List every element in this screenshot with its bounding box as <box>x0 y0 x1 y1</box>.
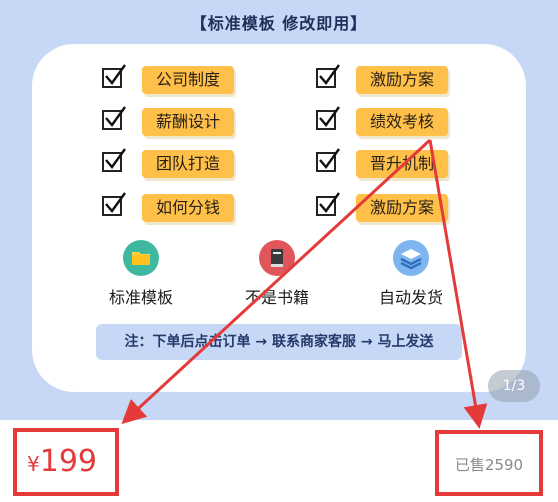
tag-label: 团队打造 <box>142 150 235 178</box>
tag-label: 绩效考核 <box>356 108 449 136</box>
checkbox-checked-icon <box>102 64 126 88</box>
feature-label: 自动发货 <box>378 288 443 307</box>
price-currency: ¥ <box>27 452 40 476</box>
tag-label: 激励方案 <box>356 194 449 222</box>
product-banner[interactable]: 【标准模板 修改即用】 公司制度 薪酬设计 团队打造 如何分钱 激励方案 绩效考… <box>0 0 558 420</box>
tag-label: 晋升机制 <box>356 150 449 178</box>
checkbox-checked-icon <box>102 192 126 216</box>
price: ¥199 <box>27 444 97 479</box>
book-icon <box>259 240 295 276</box>
feature-label: 标准模板 <box>108 288 173 307</box>
delivery-notice: 注：下单后点击订单 → 联系商家客服 → 马上发送 <box>96 324 462 360</box>
feature-not-a-book: 不是书籍 <box>222 240 332 308</box>
checkbox-checked-icon <box>316 148 340 172</box>
layers-icon <box>393 240 429 276</box>
checkbox-checked-icon <box>102 148 126 172</box>
tag-label: 如何分钱 <box>142 194 235 222</box>
price-amount: 199 <box>39 444 97 479</box>
checkbox-checked-icon <box>316 106 340 130</box>
feature-standard-template: 标准模板 <box>86 240 196 308</box>
checkbox-checked-icon <box>316 192 340 216</box>
tag-label: 激励方案 <box>356 66 449 94</box>
sold-count: 已售2590 <box>454 456 524 474</box>
sold-highlight-box: 已售2590 <box>435 430 543 496</box>
folder-icon <box>123 240 159 276</box>
tag-label: 公司制度 <box>142 66 235 94</box>
checkbox-checked-icon <box>102 106 126 130</box>
checkbox-checked-icon <box>316 64 340 88</box>
feature-label: 不是书籍 <box>244 288 309 307</box>
feature-auto-delivery: 自动发货 <box>356 240 466 308</box>
image-pager[interactable]: 1/3 <box>488 370 540 402</box>
price-highlight-box: ¥199 <box>13 428 119 496</box>
banner-title: 【标准模板 修改即用】 <box>190 14 368 33</box>
tag-label: 薪酬设计 <box>142 108 235 136</box>
